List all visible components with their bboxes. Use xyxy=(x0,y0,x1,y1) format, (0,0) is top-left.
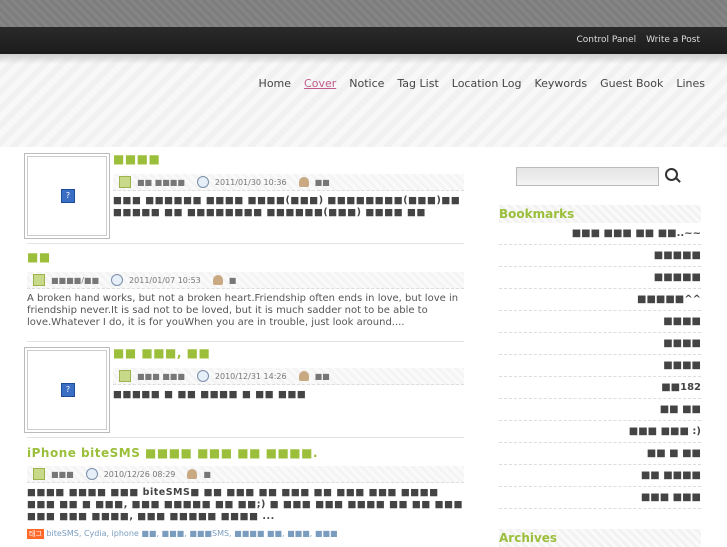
search-input[interactable] xyxy=(516,167,659,186)
post-thumbnail[interactable]: ? xyxy=(27,156,107,236)
post-date: 2011/01/30 10:36 xyxy=(214,177,287,187)
sidebar: Bookmarks ■■■ ■■■ ■■ ■■..~~ ■■■■■ ■■■■■ … xyxy=(499,165,701,547)
category-icon xyxy=(119,176,131,188)
clock-icon xyxy=(196,370,209,382)
top-pattern-band xyxy=(0,0,727,28)
post-item: ■■ ■■■■/■■ 2011/01/07 10:53 ■ A broken h… xyxy=(27,244,464,342)
clock-icon xyxy=(111,274,124,286)
nav-notice[interactable]: Notice xyxy=(349,77,384,90)
nav-cover[interactable]: Cover xyxy=(304,77,336,90)
post-item: ? ■■ ■■■, ■■ ■■■ ■■■ 2010/12/31 14:26 ■■… xyxy=(27,342,464,438)
clock-icon xyxy=(85,468,98,480)
bookmarks-title: Bookmarks xyxy=(499,205,701,223)
category-icon xyxy=(33,274,45,286)
nav-keywords[interactable]: Keywords xyxy=(534,77,587,90)
category-icon xyxy=(33,468,45,480)
post-list: ? ■■■■ ■■ ■■■■ 2011/01/30 10:36 ■■ ■■■ ■… xyxy=(27,152,464,539)
bookmark-item[interactable]: ■■ ■ ■■ xyxy=(499,443,701,465)
bookmark-item[interactable]: ■■ ■■ xyxy=(499,399,701,421)
post-excerpt: A broken hand works, but not a broken he… xyxy=(27,293,459,328)
write-post-link[interactable]: Write a Post xyxy=(646,35,700,45)
bookmark-item[interactable]: ■■■■ xyxy=(499,311,701,333)
control-panel-link[interactable]: Control Panel xyxy=(576,35,636,45)
post-author: ■ xyxy=(203,469,211,479)
nav-guest-book[interactable]: Guest Book xyxy=(600,77,663,90)
bookmark-item[interactable]: ■■■■■^^ xyxy=(499,289,701,311)
post-category[interactable]: ■■ ■■■■ xyxy=(137,178,185,187)
nav-home[interactable]: Home xyxy=(259,77,291,90)
post-title[interactable]: ■■■■ xyxy=(113,152,464,166)
bookmark-item[interactable]: ■■■ ■■■ ■■ ■■..~~ xyxy=(499,223,701,245)
bookmark-item[interactable]: ■■■■ xyxy=(499,355,701,377)
bookmark-item[interactable]: ■■182 xyxy=(499,377,701,399)
post-tags: 태그 biteSMS, Cydia, iphone ■■, ■■■, ■■■SM… xyxy=(27,529,464,539)
post-date: 2010/12/26 08:29 xyxy=(103,469,176,479)
post-date: 2010/12/31 14:26 xyxy=(214,371,287,381)
user-icon xyxy=(298,371,309,381)
post-excerpt: ■■■ ■■■■■■ ■■■■ ■■■■(■■■) ■■■■■■■■(■■■)■… xyxy=(113,195,461,218)
post-category[interactable]: ■■■ ■■■ xyxy=(137,372,185,381)
broken-image-icon: ? xyxy=(61,189,75,203)
clock-icon xyxy=(196,176,209,188)
post-title[interactable]: ■■ ■■■, ■■ xyxy=(113,346,464,360)
post-title[interactable]: ■■ xyxy=(27,250,464,264)
post-title[interactable]: iPhone biteSMS ■■■■ ■■■ ■■ ■■■■. xyxy=(27,446,464,460)
nav-lines[interactable]: Lines xyxy=(676,77,705,90)
search-area xyxy=(499,165,701,189)
bookmark-item[interactable]: ■■■■■ xyxy=(499,245,701,267)
tag-list[interactable]: biteSMS, Cydia, iphone ■■, ■■■, ■■■SMS, … xyxy=(46,529,337,538)
post-thumbnail[interactable]: ? xyxy=(27,350,107,430)
nav-location-log[interactable]: Location Log xyxy=(452,77,522,90)
bookmark-item[interactable]: ■■ ■■■■ xyxy=(499,465,701,487)
main-nav: Home Cover Notice Tag List Location Log … xyxy=(259,77,705,90)
post-excerpt: ■■■■■ ■ ■■ ■■■■ ■ ■■ ■■■ xyxy=(113,389,307,400)
bookmark-item[interactable]: ■■■ ■■■ xyxy=(499,487,701,509)
tag-icon: 태그 xyxy=(27,529,44,539)
user-icon xyxy=(187,469,198,479)
post-author: ■ xyxy=(228,275,237,285)
bookmark-list: ■■■ ■■■ ■■ ■■..~~ ■■■■■ ■■■■■ ■■■■■^^ ■■… xyxy=(499,223,701,509)
broken-image-icon: ? xyxy=(61,383,75,397)
nav-tag-list[interactable]: Tag List xyxy=(397,77,438,90)
header: Home Cover Notice Tag List Location Log … xyxy=(0,54,727,147)
post-item: iPhone biteSMS ■■■■ ■■■ ■■ ■■■■. ■■■ 201… xyxy=(27,438,464,539)
archives-title: Archives xyxy=(499,529,701,547)
bookmark-item[interactable]: ■■■■■ xyxy=(499,267,701,289)
post-item: ? ■■■■ ■■ ■■■■ 2011/01/30 10:36 ■■ ■■■ ■… xyxy=(27,152,464,244)
bookmark-item[interactable]: ■■■■ xyxy=(499,333,701,355)
post-category[interactable]: ■■■ xyxy=(51,470,74,479)
post-date: 2011/01/07 10:53 xyxy=(129,275,201,285)
bookmark-item[interactable]: ■■■ ■■■ :) xyxy=(499,421,701,443)
post-author: ■■ xyxy=(314,177,330,187)
category-icon xyxy=(119,370,131,382)
user-icon xyxy=(298,177,309,187)
search-icon[interactable] xyxy=(665,168,678,181)
user-icon xyxy=(212,275,223,285)
post-excerpt: ■■■■ ■■■■ ■■■ biteSMS■ ■■ ■■■ ■■ ■■■ ■■ … xyxy=(27,487,464,522)
top-bar: Control Panel Write a Post xyxy=(0,27,727,54)
post-author: ■■ xyxy=(314,371,330,381)
post-category[interactable]: ■■■■/■■ xyxy=(51,276,99,285)
